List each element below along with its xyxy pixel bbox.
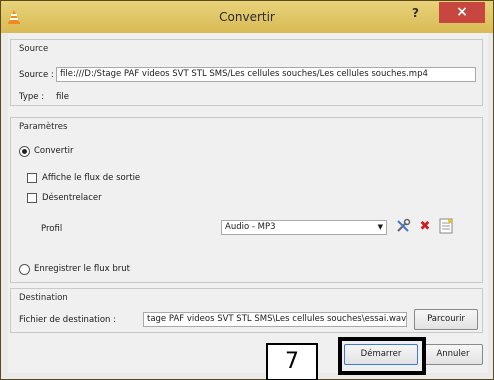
source-group-title: Source bbox=[19, 44, 49, 54]
help-button[interactable]: ? bbox=[412, 6, 428, 20]
profil-label: Profil bbox=[41, 224, 63, 234]
parcourir-button[interactable]: Parcourir bbox=[414, 309, 478, 330]
source-field[interactable]: file:///D:/Stage PAF videos SVT STL SMS/… bbox=[56, 67, 476, 82]
profil-select[interactable]: Audio - MP3 ▼ bbox=[221, 220, 387, 235]
dialog-body: Source Source : file:///D:/Stage PAF vid… bbox=[8, 33, 488, 373]
demarrer-highlight bbox=[338, 337, 426, 375]
convertir-label[interactable]: Convertir bbox=[34, 146, 73, 156]
source-group: Source Source : file:///D:/Stage PAF vid… bbox=[10, 39, 483, 106]
enregistrer-label[interactable]: Enregistrer le flux brut bbox=[34, 264, 130, 274]
desentrelacer-checkbox[interactable] bbox=[27, 193, 37, 203]
affiche-flux-label[interactable]: Affiche le flux de sortie bbox=[42, 173, 140, 183]
wrench-screwdriver-icon[interactable] bbox=[394, 218, 412, 236]
type-value: file bbox=[56, 92, 69, 102]
new-profile-icon[interactable] bbox=[437, 218, 455, 236]
convertir-radio[interactable] bbox=[19, 146, 30, 157]
convert-dialog: Convertir ? × Source Source : file:///D:… bbox=[0, 0, 494, 380]
annuler-button[interactable]: Annuler bbox=[423, 344, 483, 365]
enregistrer-radio[interactable] bbox=[19, 264, 30, 275]
parametres-group: Paramètres Convertir Affiche le flux de … bbox=[10, 117, 483, 283]
step-number-label: 7 bbox=[266, 343, 318, 380]
destination-group: Destination Fichier de destination : tag… bbox=[10, 288, 483, 333]
type-label: Type : bbox=[19, 92, 45, 102]
parametres-group-title: Paramètres bbox=[19, 122, 68, 132]
close-button[interactable]: × bbox=[439, 2, 485, 23]
profil-value: Audio - MP3 bbox=[225, 222, 276, 232]
fichier-destination-field[interactable]: tage PAF videos SVT STL SMS\Les cellules… bbox=[143, 312, 407, 327]
destination-group-title: Destination bbox=[19, 293, 68, 303]
affiche-flux-checkbox[interactable] bbox=[27, 173, 37, 183]
fichier-destination-label: Fichier de destination : bbox=[19, 315, 116, 325]
desentrelacer-label[interactable]: Désentrelacer bbox=[42, 193, 102, 203]
chevron-down-icon: ▼ bbox=[377, 223, 383, 231]
title-bar: Convertir ? × bbox=[1, 1, 493, 33]
delete-x-icon[interactable]: ✖ bbox=[416, 218, 434, 236]
source-label: Source : bbox=[19, 70, 54, 80]
